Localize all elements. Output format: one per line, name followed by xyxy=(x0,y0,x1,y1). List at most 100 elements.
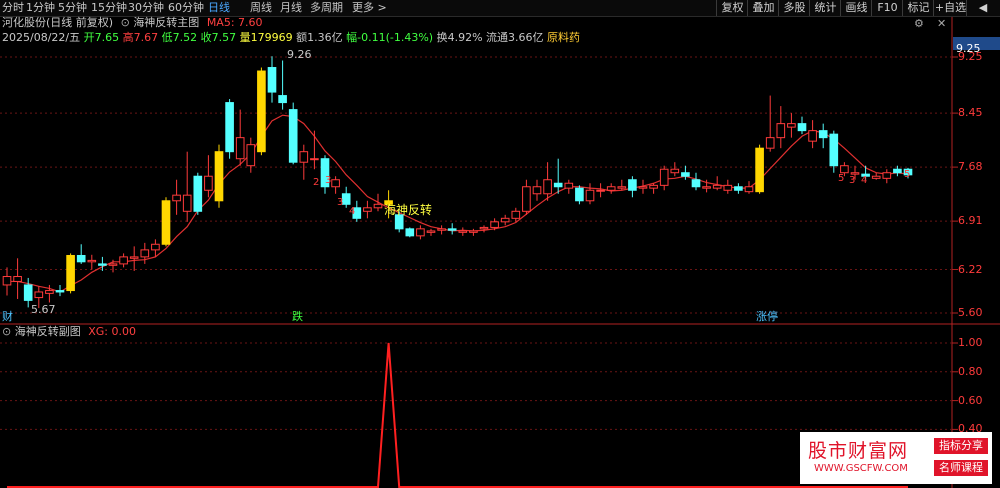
candle-body[interactable] xyxy=(500,217,510,223)
candle-body[interactable] xyxy=(649,184,658,189)
candle-body[interactable] xyxy=(119,256,128,265)
candle-body[interactable] xyxy=(288,109,298,163)
candle-body[interactable] xyxy=(882,172,892,179)
candle-body[interactable] xyxy=(172,194,181,202)
candle-body[interactable] xyxy=(235,137,245,160)
candle-body[interactable] xyxy=(204,175,213,191)
sub-indicator-name[interactable]: 海神反转副图 xyxy=(15,325,81,338)
candle-body[interactable] xyxy=(787,123,796,128)
price-tick-label: 5.60 xyxy=(958,306,983,319)
candle-body[interactable] xyxy=(437,228,446,231)
candle-body[interactable] xyxy=(267,67,277,93)
watermark-tag-courses: 名师课程 xyxy=(934,460,988,476)
candle-body[interactable] xyxy=(585,189,595,202)
candle-body[interactable] xyxy=(299,151,309,163)
candle-body[interactable] xyxy=(776,123,786,139)
candle-body[interactable] xyxy=(363,207,372,212)
price-chart[interactable] xyxy=(0,0,1000,488)
candle-body[interactable] xyxy=(373,203,383,209)
candle-body[interactable] xyxy=(129,256,139,259)
candle-body[interactable] xyxy=(23,284,33,301)
candle-body[interactable] xyxy=(246,144,256,167)
candle-body[interactable] xyxy=(45,290,54,294)
candle-body[interactable] xyxy=(2,276,12,286)
candle-body[interactable] xyxy=(670,168,680,174)
sub-tick-label: 0.60 xyxy=(958,393,983,407)
sub-collapse-icon[interactable]: ⊙ xyxy=(2,325,11,338)
candle-body[interactable] xyxy=(797,123,807,132)
candle-body[interactable] xyxy=(405,228,415,237)
candle-body[interactable] xyxy=(469,230,478,233)
candle-body[interactable] xyxy=(257,70,266,153)
candle-body[interactable] xyxy=(893,168,902,174)
candle-body[interactable] xyxy=(606,186,616,191)
candle-body[interactable] xyxy=(182,194,192,212)
candle-body[interactable] xyxy=(108,263,118,266)
candle-body[interactable] xyxy=(553,182,563,188)
candle-body[interactable] xyxy=(712,184,722,189)
price-tick-label: 6.22 xyxy=(958,262,983,276)
candle-body[interactable] xyxy=(66,254,75,292)
candle-body[interactable] xyxy=(564,182,574,189)
candle-body[interactable] xyxy=(808,130,817,142)
watermark-tag-indicators: 指标分享 xyxy=(934,438,988,454)
candle-body[interactable] xyxy=(871,175,881,179)
candle-body[interactable] xyxy=(214,151,224,202)
candle-body[interactable] xyxy=(140,249,150,258)
candle-body[interactable] xyxy=(744,186,754,193)
candle-body[interactable] xyxy=(76,254,86,263)
candle-body[interactable] xyxy=(193,175,203,212)
candle-body[interactable] xyxy=(532,186,542,195)
candle-body[interactable] xyxy=(458,230,468,233)
candle-body[interactable] xyxy=(55,290,65,293)
candle-body[interactable] xyxy=(681,172,690,177)
candle-body[interactable] xyxy=(161,200,171,245)
candle-body[interactable] xyxy=(818,130,828,139)
candle-body[interactable] xyxy=(702,186,711,189)
candle-body[interactable] xyxy=(416,228,425,237)
candle-body[interactable] xyxy=(511,210,521,219)
candle-body[interactable] xyxy=(575,187,584,202)
candle-body[interactable] xyxy=(479,226,489,230)
candle-body[interactable] xyxy=(723,184,733,191)
candle-body[interactable] xyxy=(522,186,531,212)
countdown-label: 2 xyxy=(313,177,320,188)
candle-body[interactable] xyxy=(426,230,436,233)
price-tick-label: 8.45 xyxy=(958,106,983,120)
candle-body[interactable] xyxy=(596,189,605,192)
candle-body[interactable] xyxy=(765,137,775,149)
candle-body[interactable] xyxy=(447,228,457,231)
candle-body[interactable] xyxy=(659,168,669,186)
low-price-mark: 5.67 xyxy=(31,303,56,316)
candle-body[interactable] xyxy=(543,179,552,195)
candle-body[interactable] xyxy=(755,147,764,193)
badge-limit-up[interactable]: 涨停 xyxy=(754,310,780,324)
candle-body[interactable] xyxy=(34,291,44,299)
candle-body[interactable] xyxy=(734,186,743,191)
candle-body[interactable] xyxy=(490,221,499,228)
candle-body[interactable] xyxy=(225,102,234,153)
candle-body[interactable] xyxy=(341,193,351,205)
badge-finance[interactable]: 财 xyxy=(0,310,15,324)
current-price-label: 9.25 xyxy=(956,42,981,55)
candle-body[interactable] xyxy=(628,179,637,191)
candle-body[interactable] xyxy=(13,276,22,282)
sub-header: ⊙ 海神反转副图 XG: 0.00 xyxy=(2,325,136,339)
candle-body[interactable] xyxy=(151,243,160,251)
candle-body[interactable] xyxy=(829,133,839,167)
current-price-marker: 9.25 xyxy=(953,37,1000,55)
candle-body[interactable] xyxy=(87,259,97,263)
candle-body[interactable] xyxy=(278,95,287,104)
candle-body[interactable] xyxy=(98,263,107,266)
badge-drop[interactable]: 跌 xyxy=(290,310,305,324)
watermark-url: WWW.GSCFW.COM xyxy=(814,463,908,474)
sub-tick-label: 1.00 xyxy=(958,336,983,349)
countdown-label: 4 xyxy=(861,175,868,186)
watermark-brand: 股市财富网 xyxy=(808,440,909,462)
candle-body[interactable] xyxy=(691,179,701,188)
candle-body[interactable] xyxy=(617,186,627,189)
candle-body[interactable] xyxy=(310,158,319,161)
candle-body[interactable] xyxy=(638,186,648,189)
candle-body[interactable] xyxy=(331,179,340,188)
countdown-label: 3 xyxy=(337,197,344,208)
